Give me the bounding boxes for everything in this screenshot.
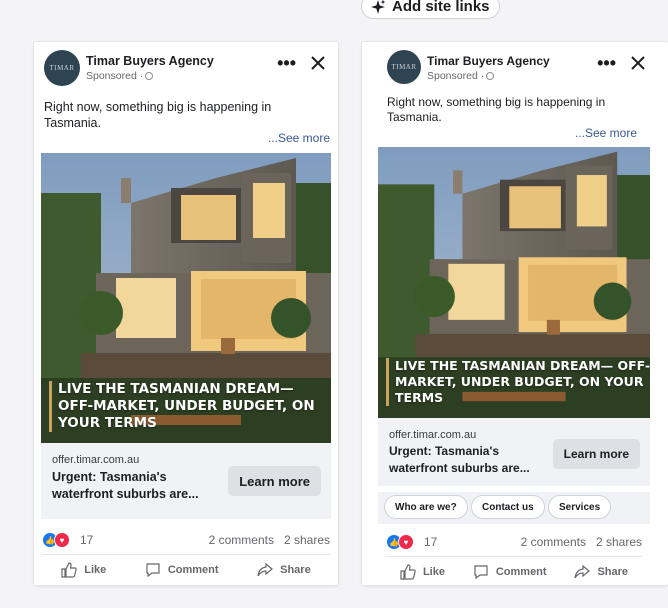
site-link-who-are-we[interactable]: Who are we? <box>384 495 468 519</box>
more-options-icon[interactable]: ••• <box>277 54 296 72</box>
reaction-count: 17 <box>424 535 438 549</box>
action-bar: Like Comment Share <box>386 560 642 584</box>
link-preview[interactable]: offer.timar.com.au Urgent: Tasmania's wa… <box>41 443 331 519</box>
ad-image-headline: LIVE THE TASMANIAN DREAM— OFF-MARKET, UN… <box>386 358 650 406</box>
comment-icon <box>474 565 488 580</box>
engagement-row: 👍 ♥ 17 2 comments 2 shares <box>42 532 330 554</box>
add-site-links-button[interactable]: Add site links <box>361 0 500 19</box>
reaction-summary[interactable]: 👍 ♥ 17 <box>386 534 437 550</box>
ad-preview-card-1: TIMAR Timar Buyers Agency Sponsored · ••… <box>34 42 338 585</box>
ad-preview-card-2: TIMAR Timar Buyers Agency Sponsored · ••… <box>362 42 668 585</box>
link-preview[interactable]: offer.timar.com.au Urgent: Tasmania's wa… <box>378 418 650 486</box>
globe-icon <box>145 72 154 80</box>
action-bar: Like Comment Share <box>42 558 330 582</box>
comment-button[interactable]: Comment <box>473 560 547 584</box>
thumbs-up-icon <box>61 562 77 578</box>
site-link-contact-us[interactable]: Contact us <box>471 495 545 519</box>
link-domain: offer.timar.com.au <box>52 454 140 466</box>
link-headline: Urgent: Tasmania's waterfront suburbs ar… <box>52 470 199 501</box>
close-icon[interactable] <box>310 55 326 71</box>
avatar[interactable]: TIMAR <box>44 50 80 86</box>
share-icon <box>574 564 591 579</box>
ad-image[interactable]: LIVE THE TASMANIAN DREAM— OFF-MARKET, UN… <box>378 147 650 418</box>
sparkle-icon <box>371 0 386 14</box>
post-header: TIMAR Timar Buyers Agency Sponsored · ••… <box>387 50 646 88</box>
comments-shares: 2 comments 2 shares <box>521 535 642 549</box>
love-reaction-icon: ♥ <box>54 532 70 548</box>
site-links-row: Who are we? Contact us Services <box>378 492 650 524</box>
share-icon <box>257 562 274 577</box>
close-icon[interactable] <box>630 55 646 71</box>
sponsored-label: Sponsored · <box>86 70 154 82</box>
divider <box>386 556 642 557</box>
learn-more-button[interactable]: Learn more <box>552 439 640 469</box>
comments-count[interactable]: 2 comments <box>521 535 586 549</box>
divider <box>42 554 330 555</box>
learn-more-button[interactable]: Learn more <box>228 466 321 496</box>
like-button[interactable]: Like <box>61 558 106 582</box>
link-domain: offer.timar.com.au <box>389 429 477 441</box>
site-link-services[interactable]: Services <box>548 495 612 519</box>
shares-count[interactable]: 2 shares <box>284 533 330 547</box>
post-header: TIMAR Timar Buyers Agency Sponsored · ••… <box>44 50 332 88</box>
see-more-link[interactable]: ...See more <box>268 131 330 145</box>
advertiser-name[interactable]: Timar Buyers Agency <box>427 54 550 68</box>
reaction-summary[interactable]: 👍 ♥ 17 <box>42 532 93 548</box>
comments-count[interactable]: 2 comments <box>209 533 274 547</box>
comment-button[interactable]: Comment <box>145 558 219 582</box>
engagement-row: 👍 ♥ 17 2 comments 2 shares <box>386 534 642 556</box>
share-button[interactable]: Share <box>574 560 628 584</box>
love-reaction-icon: ♥ <box>398 534 414 550</box>
primary-text: Right now, something big is happening in… <box>44 100 272 130</box>
shares-count[interactable]: 2 shares <box>596 535 642 549</box>
sponsored-label: Sponsored · <box>427 70 495 82</box>
comment-icon <box>146 563 160 578</box>
globe-icon <box>486 72 495 80</box>
ad-image[interactable]: LIVE THE TASMANIAN DREAM— OFF-MARKET, UN… <box>41 153 331 443</box>
link-headline: Urgent: Tasmania's waterfront suburbs ar… <box>389 444 530 475</box>
add-site-links-label: Add site links <box>392 0 490 15</box>
advertiser-name[interactable]: Timar Buyers Agency <box>86 54 214 68</box>
reaction-count: 17 <box>80 533 94 547</box>
share-button[interactable]: Share <box>257 558 311 582</box>
primary-text: Right now, something big is happening in… <box>387 95 606 124</box>
like-button[interactable]: Like <box>400 560 445 584</box>
avatar[interactable]: TIMAR <box>387 50 421 84</box>
more-options-icon[interactable]: ••• <box>597 54 616 72</box>
comments-shares: 2 comments 2 shares <box>209 533 330 547</box>
ad-image-headline: LIVE THE TASMANIAN DREAM— OFF-MARKET, UN… <box>49 381 328 432</box>
see-more-link[interactable]: ...See more <box>575 126 637 140</box>
thumbs-up-icon <box>400 564 416 580</box>
